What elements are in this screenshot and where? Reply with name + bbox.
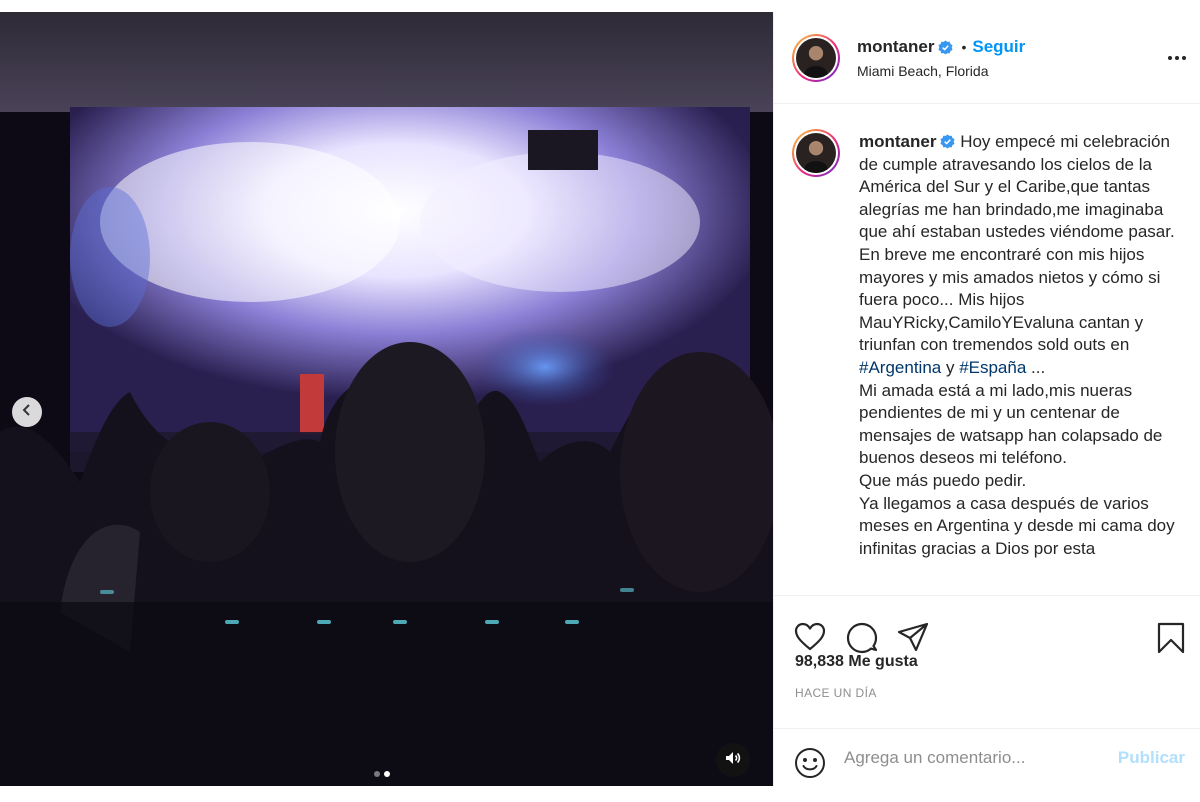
caption-body-part: Hoy empecé mi celebración de cumple atra… [859, 132, 1175, 355]
action-bar: 98,838 Me gusta HACE UN DÍA [774, 595, 1200, 728]
concert-video-frame [0, 12, 773, 786]
post-sidebar: montaner • Seguir Miami Beach, Florida m… [773, 12, 1200, 786]
separator-dot: • [961, 39, 967, 55]
verified-badge-icon [940, 133, 955, 149]
chevron-left-icon [20, 403, 34, 422]
avatar[interactable] [792, 34, 840, 82]
username-link[interactable]: montaner [857, 37, 934, 57]
comment-bar: Publicar [774, 728, 1200, 786]
mute-button[interactable] [716, 743, 750, 777]
caption-text: montaner Hoy empecé mi celebración de cu… [859, 131, 1179, 560]
location-link[interactable]: Miami Beach, Florida [857, 63, 989, 79]
post-header: montaner • Seguir Miami Beach, Florida [774, 12, 1200, 104]
emoji-icon[interactable] [794, 747, 826, 784]
caption-body-part: ... Mi amada está a mi lado,mis nueras p… [859, 357, 1175, 558]
post-timestamp: HACE UN DÍA [795, 686, 877, 700]
caption-body-part: y [941, 357, 960, 377]
comment-input[interactable] [844, 745, 1094, 771]
carousel-dot [374, 771, 380, 777]
heart-icon[interactable] [794, 622, 826, 657]
carousel-indicator [374, 771, 390, 777]
caption-username[interactable]: montaner [859, 132, 936, 151]
hashtag-link[interactable]: #España [959, 358, 1026, 377]
bookmark-icon[interactable] [1157, 622, 1185, 659]
caption-section: montaner Hoy empecé mi celebración de cu… [774, 105, 1200, 595]
share-icon[interactable] [897, 622, 929, 657]
publish-button[interactable]: Publicar [1118, 748, 1185, 768]
verified-badge-icon [938, 39, 953, 55]
speaker-icon [724, 749, 742, 772]
post-media-video[interactable] [0, 12, 773, 786]
more-options-icon[interactable] [1167, 48, 1187, 66]
carousel-dot-active [384, 771, 390, 777]
likes-count[interactable]: 98,838 Me gusta [795, 653, 918, 671]
avatar[interactable] [792, 129, 840, 177]
hashtag-link[interactable]: #Argentina [859, 358, 941, 377]
follow-button[interactable]: Seguir [972, 37, 1025, 57]
carousel-prev-button[interactable] [12, 397, 42, 427]
